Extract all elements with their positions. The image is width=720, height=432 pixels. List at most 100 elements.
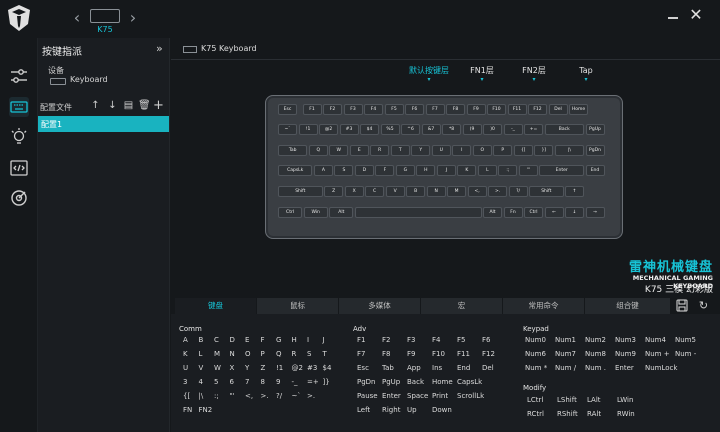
picker-key[interactable]: F4 xyxy=(432,336,440,344)
key-ctrl[interactable]: Ctrl xyxy=(524,207,543,218)
code-icon[interactable] xyxy=(9,158,29,178)
picker-key[interactable]: ScrollLk xyxy=(457,392,484,400)
tab-common-commands[interactable]: 常用命令 xyxy=(503,298,585,314)
key-tab[interactable]: Tab xyxy=(278,145,308,156)
sliders-icon[interactable] xyxy=(9,66,29,86)
picker-key[interactable]: S xyxy=(307,350,311,358)
key-f8[interactable]: F8 xyxy=(446,104,465,115)
key-f1[interactable]: F1 xyxy=(302,104,322,115)
picker-key[interactable]: RWin xyxy=(617,410,635,418)
picker-key[interactable]: F12 xyxy=(482,350,495,358)
save-icon[interactable] xyxy=(676,299,688,312)
picker-key[interactable]: Num / xyxy=(555,364,576,372)
target-icon[interactable] xyxy=(9,188,29,208)
key-l[interactable]: L xyxy=(477,165,497,176)
import-icon[interactable]: ↓ xyxy=(107,100,118,111)
chevron-left-icon[interactable]: ‹ xyxy=(70,10,84,26)
key-f3[interactable]: F3 xyxy=(343,104,363,115)
key-sym[interactable]: "' xyxy=(518,165,538,176)
picker-key[interactable]: @2 xyxy=(292,364,303,372)
key-6[interactable]: ^6 xyxy=(401,124,420,135)
picker-key[interactable]: P xyxy=(261,350,265,358)
picker-key[interactable]: FN xyxy=(183,406,192,414)
key-sym[interactable]: ← xyxy=(544,207,564,218)
picker-key[interactable]: T xyxy=(323,350,327,358)
key-sym[interactable]: ~` xyxy=(278,124,297,135)
key-s[interactable]: S xyxy=(334,165,354,176)
key-h[interactable]: H xyxy=(416,165,436,176)
picker-key[interactable]: <, xyxy=(245,392,253,400)
key-q[interactable]: Q xyxy=(308,145,328,156)
tab-macro[interactable]: 宏 xyxy=(421,298,503,314)
keyboard-icon[interactable] xyxy=(9,97,29,117)
key-f12[interactable]: F12 xyxy=(528,104,547,115)
picker-key[interactable]: $4 xyxy=(323,364,332,372)
picker-key[interactable]: G xyxy=(276,336,281,344)
close-icon[interactable]: ✕ xyxy=(688,6,704,24)
key-sym[interactable]: <, xyxy=(467,186,487,197)
key-back[interactable]: Back xyxy=(544,124,584,135)
picker-key[interactable]: U xyxy=(183,364,188,372)
key-sym[interactable]: → xyxy=(585,207,605,218)
key-shift[interactable]: Shift xyxy=(278,186,323,197)
key-5[interactable]: %5 xyxy=(380,124,400,135)
picker-key[interactable]: J xyxy=(323,336,325,344)
picker-key[interactable]: Print xyxy=(432,392,448,400)
picker-key[interactable]: F10 xyxy=(432,350,445,358)
picker-key[interactable]: Num4 xyxy=(645,336,666,344)
picker-key[interactable]: Num3 xyxy=(615,336,636,344)
picker-key[interactable]: RAlt xyxy=(587,410,601,418)
picker-key[interactable]: Left xyxy=(357,406,370,414)
key-4[interactable]: $4 xyxy=(360,124,379,135)
key-f9[interactable]: F9 xyxy=(466,104,486,115)
picker-key[interactable]: A xyxy=(183,336,188,344)
lightbulb-icon[interactable] xyxy=(9,127,29,147)
picker-key[interactable]: {[ xyxy=(183,392,190,400)
picker-key[interactable]: #3 xyxy=(307,364,317,372)
key-esc[interactable]: Esc xyxy=(278,104,297,115)
picker-key[interactable]: 7 xyxy=(245,378,249,386)
picker-key[interactable]: "' xyxy=(230,392,235,400)
picker-key[interactable]: Num2 xyxy=(585,336,606,344)
picker-key[interactable]: -_ xyxy=(292,378,298,386)
picker-key[interactable]: !1 xyxy=(276,364,283,372)
picker-key[interactable]: Num . xyxy=(585,364,606,372)
key-e[interactable]: E xyxy=(349,145,369,156)
key-win[interactable]: Win xyxy=(303,207,328,218)
picker-key[interactable]: Num8 xyxy=(585,350,606,358)
picker-key[interactable]: Back xyxy=(407,378,424,386)
picker-key[interactable]: Right xyxy=(382,406,400,414)
picker-key[interactable]: Enter xyxy=(382,392,401,400)
layer-fn2[interactable]: FN2层 ▾ xyxy=(519,66,549,86)
reset-icon[interactable]: ↻ xyxy=(697,299,710,312)
picker-key[interactable]: Num6 xyxy=(525,350,546,358)
profile-item-1[interactable]: 配置1 xyxy=(38,116,169,132)
key-v[interactable]: V xyxy=(385,186,405,197)
picker-key[interactable]: M xyxy=(214,350,220,358)
key-sym[interactable]: |\ xyxy=(554,145,584,156)
key-ctrl[interactable]: Ctrl xyxy=(278,207,303,218)
picker-key[interactable]: Down xyxy=(432,406,452,414)
picker-key[interactable]: H xyxy=(292,336,297,344)
key-8[interactable]: *8 xyxy=(442,124,461,135)
key-u[interactable]: U xyxy=(431,145,451,156)
add-icon[interactable]: + xyxy=(153,99,164,112)
key-sym[interactable]: {[ xyxy=(513,145,533,156)
picker-key[interactable]: X xyxy=(230,364,235,372)
picker-key[interactable]: E xyxy=(245,336,249,344)
key-f6[interactable]: F6 xyxy=(405,104,424,115)
picker-key[interactable]: 3 xyxy=(183,378,187,386)
picker-key[interactable]: Num * xyxy=(525,364,547,372)
key-d[interactable]: D xyxy=(354,165,374,176)
picker-key[interactable]: Del xyxy=(482,364,494,372)
key-w[interactable]: W xyxy=(329,145,349,156)
key-sym[interactable]: ?/ xyxy=(508,186,528,197)
picker-key[interactable]: K xyxy=(183,350,188,358)
picker-key[interactable]: Num + xyxy=(645,350,670,358)
picker-key[interactable]: Y xyxy=(245,364,249,372)
picker-key[interactable]: Num0 xyxy=(525,336,546,344)
key-t[interactable]: T xyxy=(390,145,410,156)
key-j[interactable]: J xyxy=(436,165,456,176)
key-c[interactable]: C xyxy=(365,186,385,197)
layer-tap[interactable]: Tap ▾ xyxy=(574,66,598,86)
